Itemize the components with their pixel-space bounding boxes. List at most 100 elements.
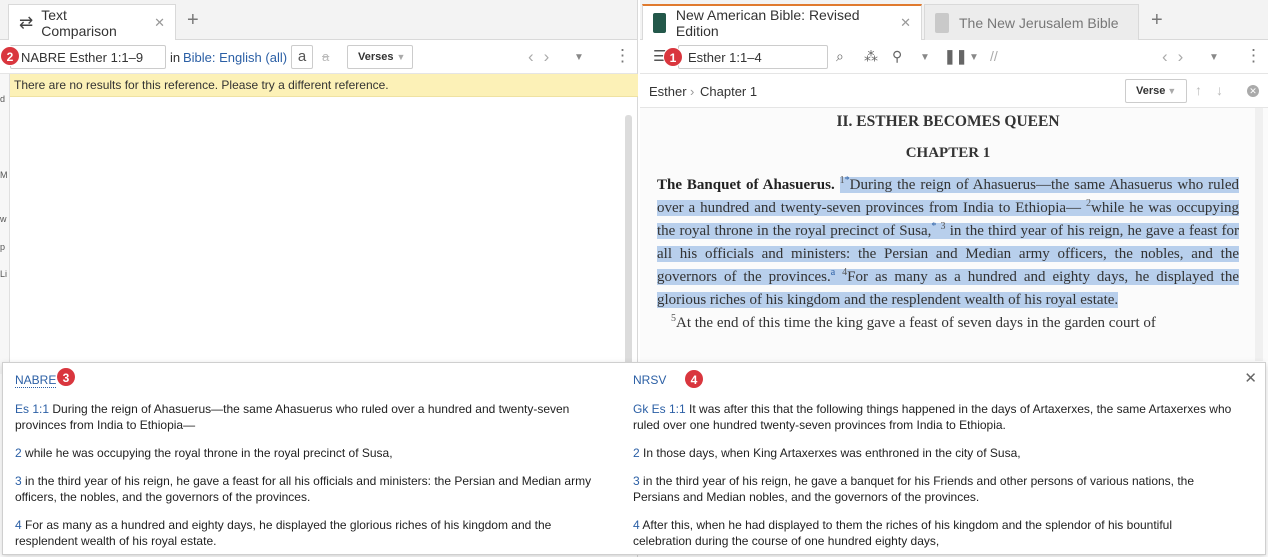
new-tab-plus-icon[interactable]: + [1151,10,1163,30]
chevron-down-icon: ▼ [396,52,406,62]
section-title: II. ESTHER BECOMES QUEEN [836,113,1060,130]
tab-text-comparison[interactable]: ⇄ Text Comparison ✕ [8,4,176,40]
comparison-verse: 3 in the third year of his reign, he gav… [15,473,615,505]
reader-column: II. ESTHER BECOMES QUEEN CHAPTER 1 The B… [657,108,1240,335]
columns-icon[interactable]: ❚❚ [944,48,967,64]
breadcrumb-chapter[interactable]: Chapter 1 [700,84,757,99]
panel-menu-icon[interactable]: ⋮ [1245,47,1262,64]
verse-reference-link[interactable]: Es 1:1 [15,402,49,416]
columns-dropdown-icon[interactable]: ▼ [969,52,979,63]
compare-arrows-icon: ⇄ [19,12,34,32]
strip-text: w [0,214,7,224]
paragraph-esther-1-5: 5At the end of this time the king gave a… [657,312,1239,335]
annotation-badge-4: 4 [684,369,704,389]
verse-text: while he was occupying the royal throne … [21,446,393,460]
book-cover-icon [653,13,666,33]
verse-label: Verse [1136,85,1166,97]
verse-reference-link[interactable]: 3 [633,474,640,488]
verse-reference-link[interactable]: 2 [633,446,640,460]
verse-text: After this, when he had displayed to the… [633,518,1173,548]
reference-input[interactable] [10,45,166,69]
search-icon[interactable]: ⌕ [836,48,844,64]
left-tabbar: ⇄ Text Comparison ✕ + [0,0,637,40]
verse-text: In those days, when King Artaxerxes was … [639,446,1021,460]
bible-selector-link[interactable]: Bible: English (all) [183,50,287,65]
up-arrow-icon[interactable]: ↑ [1195,82,1202,98]
strip-text: Li [0,269,8,279]
comparison-verse: 3 in the third year of his reign, he gav… [633,473,1233,505]
strip-text: p [0,242,6,252]
back-arrow-icon[interactable]: ‹ [1162,47,1178,66]
back-arrow-icon[interactable]: ‹ [528,47,544,66]
comparison-verse: 2 In those days, when King Artaxerxes wa… [633,445,1233,461]
version-header-nrsv[interactable]: NRSV [633,373,666,387]
close-icon[interactable]: ✕ [1244,369,1257,387]
new-tab-plus-icon[interactable]: + [187,10,199,30]
chevron-down-icon: ▼ [1167,86,1177,96]
verse-text: in the third year of his reign, he gave … [15,474,592,504]
history-dropdown-icon[interactable]: ▼ [574,52,584,63]
pericope-heading: The Banquet of Ahasuerus. [657,177,835,193]
tab-new-jerusalem-bible[interactable]: The New Jerusalem Bible [924,4,1139,40]
close-icon[interactable]: ✕ [900,15,911,31]
verse-text: For as many as a hundred and eighty days… [15,518,552,548]
annotation-badge-1: 1 [663,47,683,67]
breadcrumb-separator-icon: › [690,84,695,99]
breadcrumb-book[interactable]: Esther [649,84,687,99]
strip-text: M [0,170,8,180]
left-toolbar: in Bible: English (all) a a Verses▼ ‹› ▼… [0,40,637,74]
verse-reference-link[interactable]: 4 [633,518,640,532]
history-arrows[interactable]: ‹› [1162,47,1193,67]
filter-dropdown-icon[interactable]: ▼ [920,52,930,63]
chapter-title: CHAPTER 1 [905,145,991,161]
tab-label: New American Bible: Revised Edition [675,7,860,39]
verse-text: At the end of this time the king gave a … [676,315,1156,331]
left-scrollbar[interactable] [625,115,632,365]
right-tabbar: New American Bible: Revised Edition ✕ Th… [640,0,1268,40]
verse-reference-link[interactable]: 4 [15,518,22,532]
close-icon[interactable]: ✕ [154,15,165,31]
strikethrough-toggle-icon[interactable]: a [322,49,329,64]
comparison-verse: Gk Es 1:1 It was after this that the fol… [633,401,1233,433]
visual-filter-icon[interactable]: ⚲ [892,48,902,64]
forward-arrow-icon[interactable]: › [1178,47,1194,66]
verse-reference-link[interactable]: 2 [15,446,22,460]
verse-reference-link[interactable]: 3 [15,474,22,488]
comparison-popup: NABRE Es 1:1 During the reign of Ahasuer… [2,362,1266,555]
comparison-verse: Es 1:1 During the reign of Ahasuerus—the… [15,401,615,433]
strip-text: d [0,94,6,104]
comparison-verse: 4 After this, when he had displayed to t… [633,517,1233,549]
verse-dropdown[interactable]: Verse ▼ [1125,79,1187,103]
case-toggle-button[interactable]: a [291,45,313,69]
reader-scrollbar[interactable] [1255,108,1263,361]
tab-label: The New Jerusalem Bible [959,14,1119,31]
cross-reference-marker[interactable]: a [831,267,835,278]
forward-arrow-icon[interactable]: › [544,47,560,66]
verse-text: During the reign of Ahasuerus—the same A… [15,402,570,432]
verse-text: in the third year of his reign, he gave … [633,474,1195,504]
panel-menu-icon[interactable]: ⋮ [614,47,631,64]
history-arrows[interactable]: ‹› [528,47,559,67]
no-results-notice: There are no results for this reference.… [10,74,638,97]
right-toolbar: ☰ ⌕ ⁂ ⚲ ▼ ❚❚ ▼ // ‹› ▼ ⋮ [640,40,1268,74]
in-label: in [170,50,181,65]
breadcrumb: Esther › Chapter 1 Verse ▼ ↑ ↓ ✕ [640,74,1268,108]
parallel-icon[interactable]: // [990,48,998,64]
comparison-verse: 2 while he was occupying the royal thron… [15,445,615,461]
verses-dropdown[interactable]: Verses ▼ [347,45,413,69]
clear-circle-icon[interactable]: ✕ [1247,85,1259,97]
verses-label: Verses [358,51,394,63]
history-dropdown-icon[interactable]: ▼ [1209,52,1219,63]
down-arrow-icon[interactable]: ↓ [1216,82,1223,98]
footnote-marker[interactable]: * [931,221,936,232]
verse-number[interactable]: 3 [941,221,946,232]
annotation-badge-2: 2 [0,46,20,66]
book-cover-icon [935,12,949,33]
version-header-nabre[interactable]: NABRE [15,373,57,388]
verse-reference-link[interactable]: Gk Es 1:1 [633,402,686,416]
tab-nabre[interactable]: New American Bible: Revised Edition ✕ [642,4,922,40]
reference-input[interactable] [678,45,828,69]
people-icon[interactable]: ⁂ [864,48,878,64]
annotation-badge-3: 3 [56,367,76,387]
paragraph-esther-1-1-4: The Banquet of Ahasuerus. 1*During the r… [657,174,1240,312]
